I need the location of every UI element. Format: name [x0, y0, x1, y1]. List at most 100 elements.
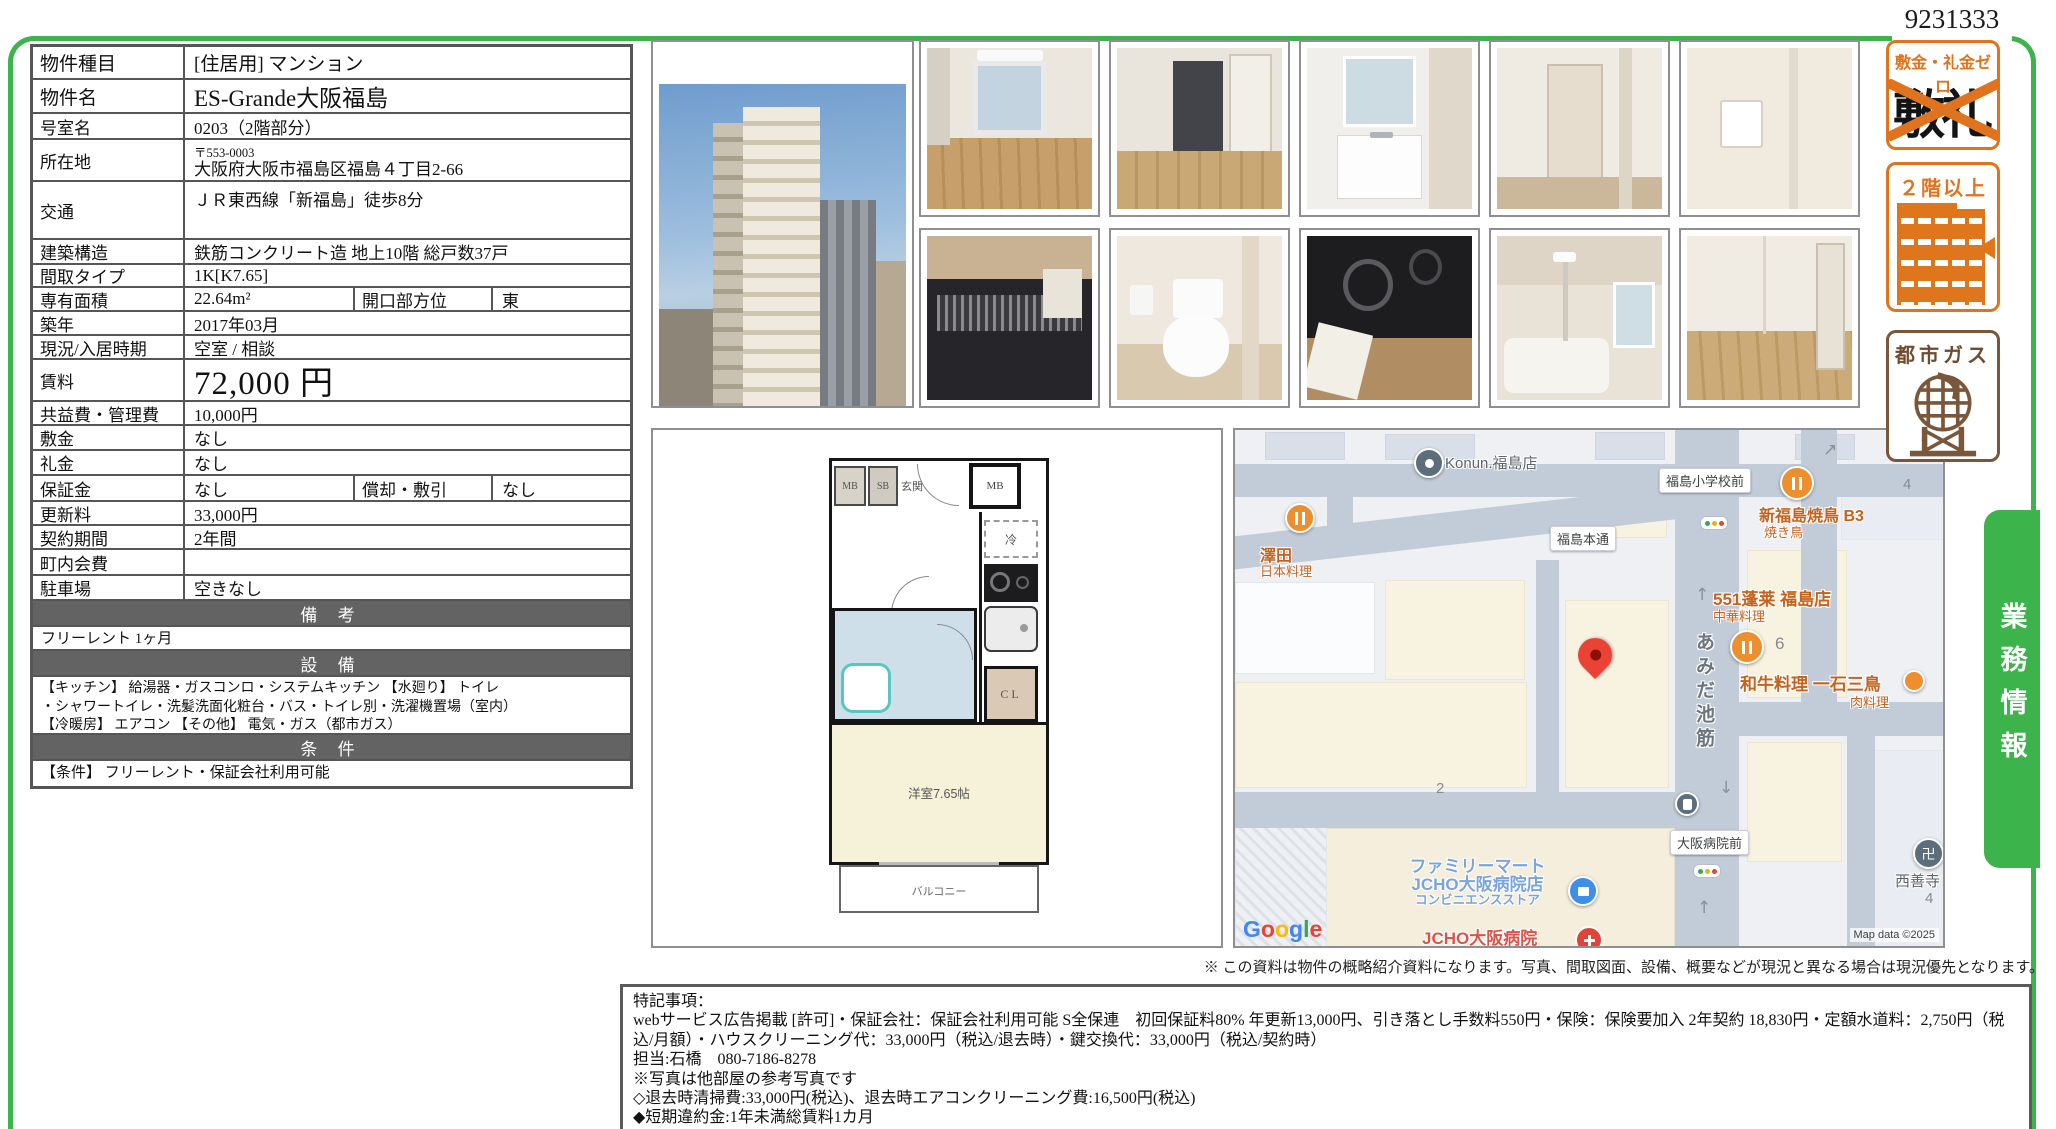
school-stop-label: 福島小学校前 — [1659, 468, 1751, 493]
gyomu-joho-tab: 業務情報 — [1984, 510, 2040, 868]
table-row: 敷金 なし — [33, 426, 630, 451]
building-icon — [1897, 209, 1985, 305]
meter-box-right: MB — [969, 463, 1021, 509]
yakitori-restaurant-pin — [1780, 466, 1814, 500]
badge-city-gas-title: 都市ガス — [1889, 339, 1997, 368]
row-label: 専有面積 — [33, 288, 185, 310]
photo-entrance — [1109, 40, 1290, 217]
plan-wall — [979, 512, 982, 724]
floor-arrow-icon — [1978, 237, 1995, 259]
photo-kitchen-grill — [919, 228, 1100, 408]
equipment-header: 設 備 — [33, 651, 630, 677]
map-copyright: Map data ©2025 — [1850, 928, 1940, 942]
row-label: 築年 — [33, 312, 185, 334]
floor-plan: MB SB 玄関 MB 冷 CL 洋室7.65帖 — [651, 428, 1223, 948]
hospital-pin — [1575, 926, 1603, 948]
notes-line: ◇退去時清掃費:33,000円(税込)、退去時エアコンクリーニング費:16,50… — [633, 1089, 2019, 1108]
wagyu-type: 肉料理 — [1850, 692, 1889, 711]
row-value: 10,000円 — [185, 402, 630, 424]
restaurant-icon — [1792, 477, 1802, 490]
block-number-6: 6 — [1775, 634, 1784, 654]
row-label: 号室名 — [33, 114, 185, 138]
row-label-2: 開口部方位 — [353, 288, 493, 310]
property-name: ES-Grande大阪福島 — [185, 80, 630, 112]
row-value: なし — [185, 426, 630, 449]
location-map: Konun.福島店 4 ↗ 福島小学校前 新福島焼鳥 B3 焼き鳥 福島本通 澤… — [1233, 428, 1945, 948]
remarks-header: 備 考 — [33, 601, 630, 627]
photo-bathroom — [1489, 228, 1670, 408]
table-row: 所在地 〒553-0003 大阪府大阪市福島区福島４丁目2-66 — [33, 140, 630, 182]
temple-label: 西善寺 — [1895, 870, 1940, 891]
badge-no-deposit: 敷金・礼金ゼロ 敷 礼 — [1886, 40, 2000, 150]
konun-label: Konun.福島店 — [1445, 452, 1538, 473]
row-value: 1K[K7.65] — [185, 265, 630, 286]
notes-line: ※写真は他部屋の参考写真です — [633, 1070, 2019, 1089]
row-value: 空きなし — [185, 576, 630, 599]
row-label: 賃料 — [33, 360, 185, 400]
balcony-label: バルコニー — [841, 883, 1037, 899]
property-sheet: 9231333 物件種目 [住居用] マンション 物件名 ES-Grande大阪… — [0, 0, 2056, 1129]
row-label-2: 償却・敷引 — [353, 476, 493, 500]
row-value: 鉄筋コンクリート造 地上10階 総戸数37戸 — [185, 240, 630, 263]
photo-vanity — [1299, 40, 1480, 217]
row-value: 2年間 — [185, 526, 630, 548]
special-notes-box: 特記事項： webサービス広告掲載 [許可]・保証会社：保証会社利用可能 S全保… — [620, 984, 2032, 1129]
photo-stove — [1299, 228, 1480, 408]
badge-city-gas: 都市ガス — [1886, 330, 2000, 462]
traffic-light-icon — [1700, 516, 1728, 530]
row-value: 空室 / 相談 — [185, 336, 630, 358]
arrow-up-small: ↑ — [1695, 585, 1709, 605]
table-row: 礼金 なし — [33, 451, 630, 476]
table-row: 交通 ＪＲ東西線「新福島」徒歩8分 — [33, 182, 630, 240]
remarks-text: フリーレント 1ヶ月 — [33, 627, 630, 651]
table-row: 建築構造 鉄筋コンクリート造 地上10階 総戸数37戸 — [33, 240, 630, 265]
row-label: 駐車場 — [33, 576, 185, 599]
temple-icon: 卍 — [1913, 838, 1944, 869]
cross-icon — [1584, 935, 1595, 946]
table-row: 駐車場 空きなし — [33, 576, 630, 601]
row-label: 間取タイプ — [33, 265, 185, 286]
main-room: 洋室7.65帖 — [832, 722, 1046, 862]
familymart-line3: コンビニエンスストア — [1385, 894, 1570, 907]
table-row: 物件種目 [住居用] マンション — [33, 47, 630, 80]
row-value-2: なし — [493, 476, 630, 500]
conditions-header: 条 件 — [33, 735, 630, 761]
balcony: バルコニー — [839, 865, 1039, 913]
bathroom — [832, 608, 977, 722]
row-label: 保証金 — [33, 476, 185, 500]
photo-exterior — [651, 40, 914, 408]
row-value: なし — [185, 476, 353, 500]
row-label: 物件名 — [33, 80, 185, 112]
row-label: 交通 — [33, 182, 185, 238]
meter-box-left: MB — [834, 466, 866, 506]
row-value: 22.64m² — [185, 288, 353, 310]
row-label: 建築構造 — [33, 240, 185, 263]
notes-line: 担当:石橋 080-7186-8278 — [633, 1050, 2019, 1069]
row-value: 0203（2階部分） — [185, 114, 630, 138]
balcony-window — [879, 862, 999, 865]
row-value: なし — [185, 451, 630, 474]
row-label: 物件種目 — [33, 47, 185, 78]
table-row: 町内会費 — [33, 550, 630, 576]
road-arrow-ne: ↗ — [1823, 440, 1837, 460]
rent-value: 72,000 円 — [185, 360, 630, 400]
notes-title: 特記事項： — [633, 992, 2019, 1011]
photo-hallway — [1489, 40, 1670, 217]
row-value-2: 東 — [493, 288, 630, 310]
block-number-4-right: 4 — [1925, 890, 1933, 907]
property-table: 物件種目 [住居用] マンション 物件名 ES-Grande大阪福島 号室名 0… — [30, 44, 633, 789]
bus-stop-icon — [1675, 792, 1699, 816]
konun-pin — [1414, 448, 1444, 478]
table-row: 物件名 ES-Grande大阪福島 — [33, 80, 630, 114]
table-row: 保証金 なし 償却・敷引 なし — [33, 476, 630, 502]
row-label: 契約期間 — [33, 526, 185, 548]
block-number-2: 2 — [1436, 780, 1444, 797]
reference-number: 9231333 — [1892, 4, 2012, 35]
row-label: 共益費・管理費 — [33, 402, 185, 424]
google-logo: Google — [1243, 916, 1322, 943]
sawada-type: 日本料理 — [1260, 561, 1312, 580]
convenience-store-pin — [1568, 876, 1598, 906]
equipment-text: 【キッチン】 給湯器・ガスコンロ・システムキッチン 【水廻り】 トイレ ・シャワ… — [33, 677, 630, 735]
restaurant-icon — [1295, 512, 1305, 525]
badge-second-floor-title: ２階以上 — [1889, 172, 1997, 201]
